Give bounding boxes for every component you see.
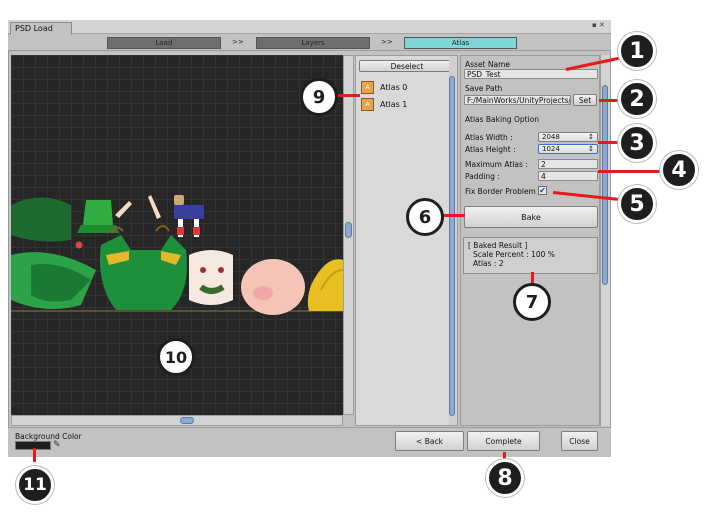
step-layers[interactable]: Layers <box>256 37 370 49</box>
result-atlas-count: Atlas : 2 <box>473 259 504 268</box>
callout-badge-5: 5 <box>618 185 656 223</box>
close-button[interactable]: Close <box>561 431 598 451</box>
maximum-atlas-field[interactable]: 2 <box>538 159 598 169</box>
window-controls[interactable]: ▪ ✕ <box>592 21 605 29</box>
background-color-label: Background Color <box>15 432 82 441</box>
canvas-horizontal-scrollbar[interactable] <box>11 415 343 426</box>
atlas-width-label: Atlas Width : <box>465 133 513 142</box>
atlas-icon: A <box>361 98 374 111</box>
save-path-field[interactable]: F:/MainWorks/UnityProjects/Ar <box>464 95 571 105</box>
callout-badge-6: 6 <box>406 198 444 236</box>
list-item[interactable]: A Atlas 1 <box>361 98 407 111</box>
callout-badge-7: 7 <box>513 283 551 321</box>
atlas-width-value: 2048 <box>542 133 560 141</box>
atlas-height-label: Atlas Height : <box>465 145 516 154</box>
callout-line-11 <box>33 448 36 462</box>
window-tab[interactable]: PSD Load <box>10 22 72 35</box>
atlas-width-dropdown[interactable]: 2048 ↕ <box>538 132 598 142</box>
atlas-list-scrollbar[interactable] <box>449 56 457 425</box>
asset-name-label: Asset Name <box>465 60 511 69</box>
atlas-height-value: 1024 <box>542 145 560 153</box>
callout-badge-9: 9 <box>300 78 338 116</box>
atlas-icon: A <box>361 81 374 94</box>
result-heading: [ Baked Result ] <box>468 241 528 250</box>
callout-line-9 <box>338 94 360 97</box>
callout-badge-4: 4 <box>660 151 698 189</box>
canvas-vertical-scrollbar[interactable] <box>343 55 354 415</box>
set-path-button[interactable]: Set <box>573 94 597 106</box>
fix-border-label: Fix Border Problem <box>465 187 536 196</box>
callout-badge-8: 8 <box>486 459 524 497</box>
step-separator: >> <box>232 38 244 46</box>
callout-badge-3: 3 <box>618 124 656 162</box>
fix-border-checkbox[interactable]: ✔ <box>538 186 547 195</box>
dropdown-arrow-icon: ↕ <box>588 133 594 141</box>
step-separator: >> <box>381 38 393 46</box>
callout-line-4 <box>598 170 662 173</box>
back-button[interactable]: < Back <box>395 431 464 451</box>
callout-badge-10: 10 <box>157 338 195 376</box>
options-scrollbar[interactable] <box>600 55 610 426</box>
step-load[interactable]: Load <box>107 37 221 49</box>
vertical-scroll-thumb[interactable] <box>345 222 352 238</box>
step-atlas[interactable]: Atlas <box>404 37 517 49</box>
callout-badge-11: 11 <box>16 466 54 504</box>
eyedropper-icon[interactable]: ✎ <box>53 440 61 450</box>
atlas-item-label: Atlas 1 <box>380 100 408 109</box>
dropdown-arrow-icon: ↕ <box>588 145 594 153</box>
horizontal-scroll-thumb[interactable] <box>180 417 194 424</box>
baking-option-label: Atlas Baking Option <box>465 115 540 124</box>
padding-label: Padding : <box>465 172 500 181</box>
result-scale-percent: Scale Percent : 100 % <box>473 250 555 259</box>
window-tab-strip <box>8 20 611 34</box>
atlas-item-label: Atlas 0 <box>380 83 408 92</box>
complete-button[interactable]: Complete <box>467 431 540 451</box>
callout-badge-1: 1 <box>618 32 656 70</box>
baked-result-box: [ Baked Result ] Scale Percent : 100 % A… <box>463 237 598 274</box>
padding-field[interactable]: 4 <box>538 171 598 181</box>
save-path-label: Save Path <box>465 84 503 93</box>
asset-name-field[interactable]: PSD_Test <box>464 69 598 79</box>
maximum-atlas-label: Maximum Atlas : <box>465 160 528 169</box>
atlas-height-dropdown[interactable]: 1024 ↕ <box>538 144 598 154</box>
options-scroll-thumb[interactable] <box>602 85 608 285</box>
list-item[interactable]: A Atlas 0 <box>361 81 407 94</box>
bake-button[interactable]: Bake <box>464 206 598 228</box>
deselect-button[interactable]: Deselect <box>359 60 455 72</box>
callout-badge-2: 2 <box>618 80 656 118</box>
atlas-list-scroll-thumb[interactable] <box>449 76 455 416</box>
